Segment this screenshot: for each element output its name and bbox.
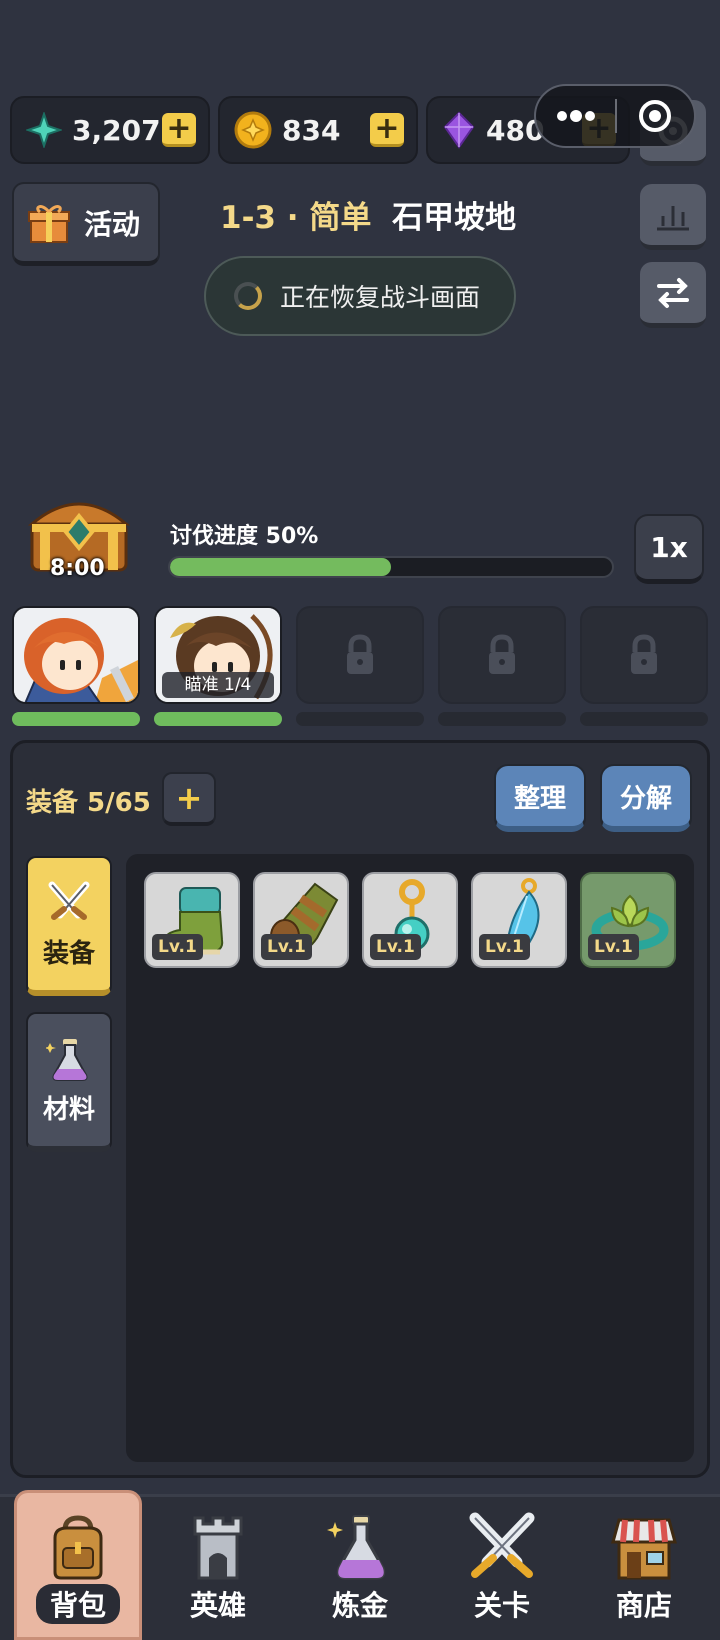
- alchemy-flask-icon: [327, 1515, 386, 1580]
- restore-text: 正在恢复战斗画面: [280, 283, 481, 312]
- more-menu-button[interactable]: [536, 86, 615, 146]
- inventory-item-feather-earring[interactable]: Lv.1: [471, 872, 567, 968]
- nav-alchemy[interactable]: 炼金: [288, 1494, 432, 1640]
- restore-battle-toast: 正在恢复战斗画面: [204, 256, 516, 336]
- crossed-swords-icon: [469, 1512, 535, 1578]
- bar-chart-icon: [657, 205, 689, 230]
- nav-shop-label: 商店: [615, 1589, 672, 1622]
- item-level-badge: Lv.1: [479, 934, 530, 960]
- tab-equipment-label: 装备: [42, 938, 95, 969]
- hero-slot-2[interactable]: 瞄准 1/4: [154, 606, 282, 704]
- stage-name: 石甲坡地: [392, 200, 517, 236]
- item-level-badge: Lv.1: [261, 934, 312, 960]
- equipment-count-title: 装备 5/65: [26, 788, 151, 818]
- hero-1-hp-bar: [12, 712, 140, 726]
- purple-crystal-icon: [443, 111, 475, 149]
- hunt-progress-label: 讨伐进度 50%: [170, 524, 319, 549]
- nav-backpack[interactable]: 背包: [6, 1494, 150, 1640]
- lock-icon: [631, 634, 657, 674]
- hero-slot-5-locked: [580, 606, 708, 704]
- stats-button[interactable]: [640, 184, 706, 250]
- chest-timer: 8:00: [50, 556, 105, 581]
- inventory-item-boots[interactable]: Lv.1: [144, 872, 240, 968]
- hero-2-hp-bar: [154, 712, 282, 726]
- inventory-item-gloves[interactable]: Lv.1: [253, 872, 349, 968]
- hero-slot-1[interactable]: [12, 606, 140, 704]
- backpack-icon: [53, 1515, 103, 1580]
- tab-equipment[interactable]: 装备: [26, 856, 112, 996]
- swap-arrows-icon: [657, 277, 689, 308]
- hero-2-aim-label: 瞄准 1/4: [162, 672, 274, 698]
- stage-number: 1-3 · 简单: [220, 200, 372, 236]
- nav-heroes[interactable]: 英雄: [146, 1494, 290, 1640]
- switch-button[interactable]: [640, 262, 706, 328]
- gem-icon: [26, 112, 62, 148]
- event-button[interactable]: 活动: [12, 182, 160, 266]
- target-close-icon: [639, 100, 672, 132]
- nav-stages-label: 关卡: [473, 1589, 530, 1622]
- add-gold-button[interactable]: +: [370, 113, 404, 147]
- shop-storefront-icon: [611, 1518, 677, 1580]
- hero-5-hp-bar: [580, 712, 708, 726]
- lock-icon: [489, 634, 515, 674]
- speed-button[interactable]: 1x: [634, 514, 704, 584]
- inventory-item-leaf-ring[interactable]: Lv.1: [580, 872, 676, 968]
- nav-alchemy-label: 炼金: [331, 1589, 388, 1622]
- gold-coin-icon: [234, 111, 272, 149]
- castle-tower-icon: [193, 1516, 243, 1580]
- hero-slot-3-locked: [296, 606, 424, 704]
- add-gems-button[interactable]: +: [162, 113, 196, 147]
- gold-counter: 834 +: [218, 96, 418, 164]
- hunt-progress-fill: [170, 558, 391, 576]
- nav-stages[interactable]: 关卡: [430, 1494, 574, 1640]
- tab-materials-label: 材料: [42, 1094, 95, 1125]
- event-label: 活动: [84, 207, 141, 241]
- nav-shop[interactable]: 商店: [572, 1494, 716, 1640]
- decompose-button[interactable]: 分解: [600, 764, 692, 832]
- item-level-badge: Lv.1: [588, 934, 639, 960]
- tab-materials[interactable]: 材料: [26, 1012, 112, 1152]
- potion-flask-icon: [46, 1038, 88, 1081]
- close-miniprogram-button[interactable]: [617, 86, 694, 146]
- hero-4-hp-bar: [438, 712, 566, 726]
- hunt-progress-bar: [168, 556, 614, 578]
- item-level-badge: Lv.1: [152, 934, 203, 960]
- more-dots-icon: [556, 110, 595, 122]
- hero-slot-4-locked: [438, 606, 566, 704]
- knight-hero-portrait: [14, 608, 138, 702]
- loading-spinner-icon: [234, 282, 262, 310]
- lock-icon: [347, 634, 373, 674]
- expand-bag-button[interactable]: +: [162, 772, 216, 826]
- gold-value: 834: [282, 113, 341, 147]
- miniprogram-capsule: [534, 84, 696, 148]
- nav-heroes-label: 英雄: [189, 1589, 246, 1622]
- crossed-swords-icon: [48, 881, 90, 920]
- gems-counter: 3,207 +: [10, 96, 210, 164]
- stage-title: 1-3 · 简单 石甲坡地: [220, 192, 516, 237]
- sort-button[interactable]: 整理: [494, 764, 586, 832]
- gift-icon: [28, 204, 70, 243]
- nav-backpack-label: 背包: [35, 1584, 120, 1624]
- hero-3-hp-bar: [296, 712, 424, 726]
- gems-value: 3,207: [72, 113, 161, 147]
- inventory-item-pendant[interactable]: Lv.1: [362, 872, 458, 968]
- item-level-badge: Lv.1: [370, 934, 421, 960]
